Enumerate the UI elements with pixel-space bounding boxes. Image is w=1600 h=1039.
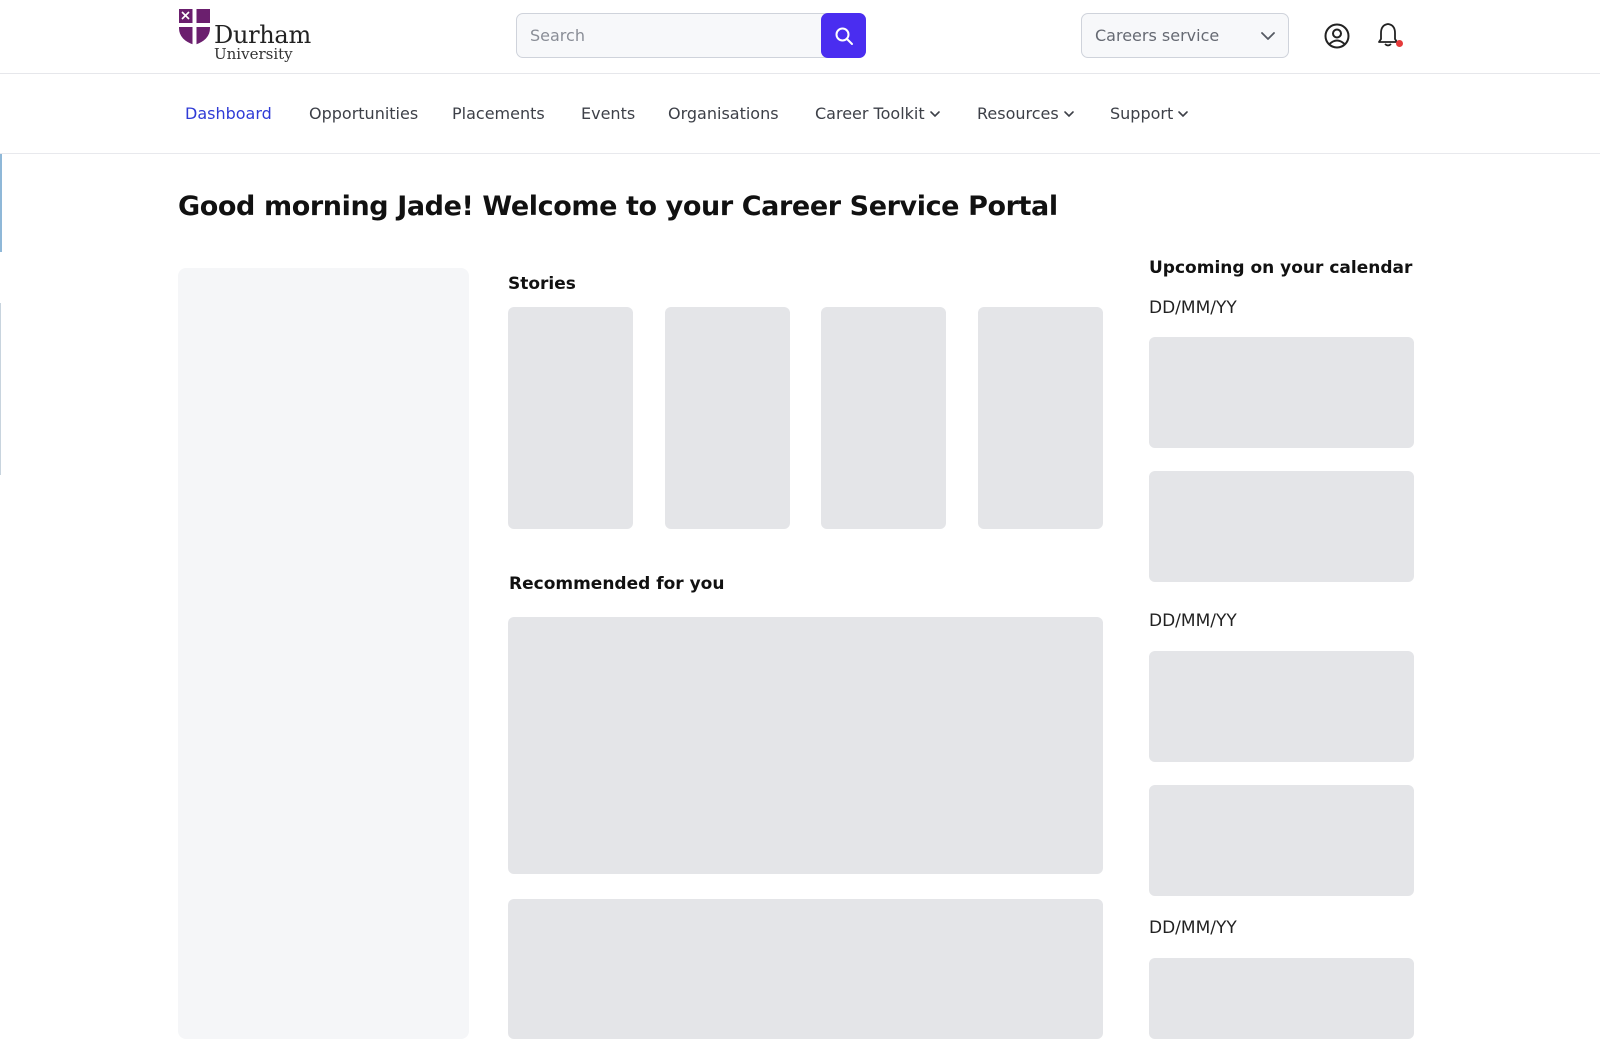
story-card[interactable] [821, 307, 946, 529]
nav-career-toolkit[interactable]: Career Toolkit [815, 104, 941, 123]
calendar-date: DD/MM/YY [1149, 918, 1237, 938]
calendar-event-card[interactable] [1149, 337, 1414, 448]
nav-resources[interactable]: Resources [977, 104, 1075, 123]
calendar-title: Upcoming on your calendar [1149, 258, 1413, 278]
search-input[interactable] [517, 14, 822, 57]
story-card[interactable] [508, 307, 633, 529]
chevron-down-icon [1261, 32, 1275, 40]
chevron-down-icon [1063, 110, 1074, 117]
left-edge-accent-lower [0, 303, 1, 475]
page-title: Good morning Jade! Welcome to your Caree… [178, 191, 1058, 222]
nav-support[interactable]: Support [1110, 104, 1189, 123]
calendar-event-card[interactable] [1149, 471, 1414, 582]
calendar-event-card[interactable] [1149, 651, 1414, 762]
service-dropdown-value: Careers service [1095, 26, 1220, 45]
service-dropdown[interactable]: Careers service [1081, 13, 1289, 58]
nav-organisations[interactable]: Organisations [668, 104, 779, 123]
shield-crest-icon [179, 9, 210, 45]
search-bar [516, 13, 866, 58]
university-logo[interactable]: Durham University [178, 8, 311, 64]
nav-placements-label: Placements [452, 104, 545, 123]
unread-indicator [1396, 40, 1403, 47]
recommended-card[interactable] [508, 617, 1103, 874]
nav-dashboard-label: Dashboard [185, 104, 272, 123]
top-header: Durham University Careers service [0, 0, 1600, 74]
profile-button[interactable] [1324, 23, 1350, 49]
side-panel [178, 268, 469, 1039]
calendar-event-card[interactable] [1149, 785, 1414, 896]
chevron-down-icon [929, 110, 940, 117]
story-card[interactable] [978, 307, 1103, 529]
nav-events-label: Events [581, 104, 636, 123]
calendar-date: DD/MM/YY [1149, 298, 1237, 318]
logo-subtitle: University [214, 45, 293, 63]
user-circle-icon [1324, 23, 1350, 49]
search-icon [835, 27, 853, 45]
nav-opportunities[interactable]: Opportunities [309, 104, 418, 123]
search-button[interactable] [821, 13, 866, 58]
nav-career-toolkit-label: Career Toolkit [815, 104, 925, 123]
nav-organisations-label: Organisations [668, 104, 779, 123]
recommended-title: Recommended for you [509, 574, 725, 594]
nav-placements[interactable]: Placements [452, 104, 545, 123]
calendar-event-card[interactable] [1149, 958, 1414, 1039]
chevron-down-icon [1178, 110, 1189, 117]
nav-support-label: Support [1110, 104, 1174, 123]
recommended-card[interactable] [508, 899, 1103, 1039]
nav-opportunities-label: Opportunities [309, 104, 419, 123]
nav-resources-label: Resources [977, 104, 1059, 123]
calendar-date: DD/MM/YY [1149, 611, 1237, 631]
notifications-button[interactable] [1377, 22, 1403, 50]
main-nav: Dashboard Opportunities Placements Event… [0, 74, 1600, 154]
stories-title: Stories [508, 274, 576, 294]
nav-events[interactable]: Events [581, 104, 635, 123]
story-card[interactable] [665, 307, 790, 529]
nav-dashboard[interactable]: Dashboard [185, 104, 272, 123]
